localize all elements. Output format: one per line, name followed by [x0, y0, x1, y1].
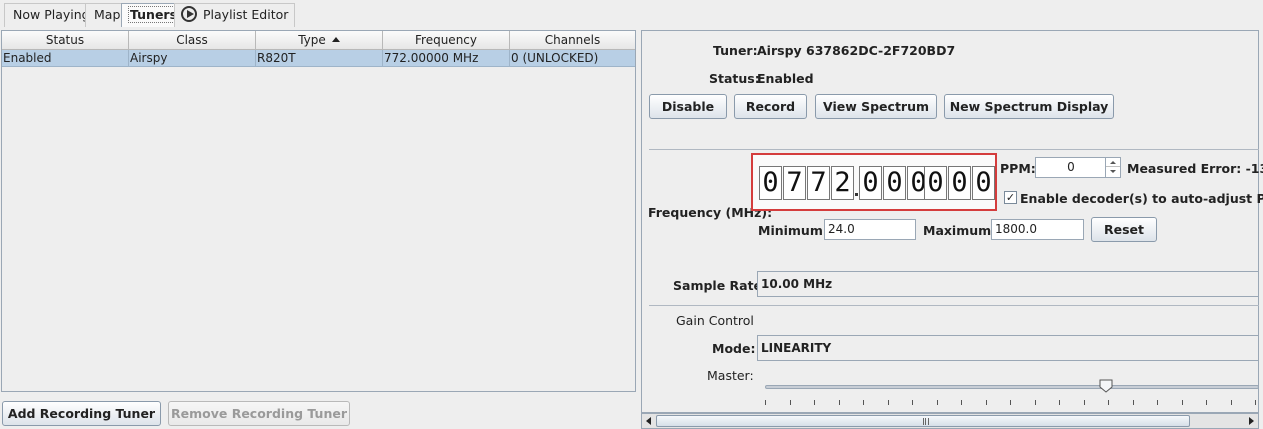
slider-ticks [765, 400, 1259, 406]
minimum-field[interactable]: 24.0 [824, 219, 916, 240]
sample-rate-select[interactable]: 10.00 MHz [757, 271, 1259, 297]
slider-tick [838, 400, 840, 405]
slider-tick [1230, 400, 1232, 405]
scroll-right-icon[interactable] [1249, 417, 1254, 425]
slider-tick [1034, 400, 1036, 405]
measured-error-label: Measured Error: -139Hz [1127, 161, 1263, 176]
add-recording-tuner-button[interactable]: Add Recording Tuner [2, 401, 161, 426]
frequency-control[interactable]: 0 7 7 2 0 0 0 0 0 0 [751, 153, 997, 211]
view-spectrum-button[interactable]: View Spectrum [815, 94, 937, 119]
cell-status: Enabled [2, 50, 129, 67]
record-button[interactable]: Record [734, 94, 807, 119]
slider-tick [1059, 400, 1060, 405]
slider-tick [765, 400, 766, 405]
slider-tick [1108, 400, 1109, 405]
tab-playlist-editor[interactable]: Playlist Editor [174, 3, 296, 27]
frequency-digit[interactable]: 0 [859, 166, 882, 200]
frequency-digit[interactable]: 0 [972, 166, 995, 200]
spin-up-icon[interactable] [1106, 158, 1120, 167]
status-label: Status: [709, 71, 760, 86]
maximum-label: Maximum: [923, 223, 997, 238]
scroll-thumb[interactable] [656, 415, 1190, 427]
horizontal-scrollbar[interactable] [641, 413, 1259, 429]
slider-tick [1206, 400, 1207, 405]
section-divider [649, 149, 1259, 150]
slider-tick [1083, 400, 1085, 405]
frequency-digit[interactable]: 0 [883, 166, 906, 200]
table-row[interactable]: Enabled Airspy R820T 772.00000 MHz 0 (UN… [2, 50, 635, 67]
tuner-table[interactable]: Status Class Type Frequency Channels Ena… [1, 30, 636, 392]
gain-mode-select[interactable]: LINEARITY [757, 335, 1259, 361]
cell-frequency: 772.00000 MHz [383, 50, 510, 67]
grip-icon [923, 418, 929, 425]
ppm-label: PPM: [1000, 161, 1036, 176]
auto-adjust-checkbox[interactable]: ✓ [1004, 191, 1017, 204]
frequency-digit[interactable]: 0 [948, 166, 971, 200]
cell-type: R820T [256, 50, 383, 67]
new-spectrum-display-button[interactable]: New Spectrum Display [944, 94, 1114, 119]
gain-control-label: Gain Control [676, 313, 754, 328]
column-header-frequency[interactable]: Frequency [383, 31, 510, 50]
sample-rate-label: Sample Rate: [673, 278, 768, 293]
ppm-value: 0 [1067, 160, 1075, 174]
slider-tick [789, 400, 791, 405]
frequency-digit[interactable]: 0 [924, 166, 947, 200]
column-header-channels[interactable]: Channels [510, 31, 635, 50]
play-circle-icon [181, 6, 197, 22]
column-header-status[interactable]: Status [2, 31, 129, 50]
status-value: Enabled [757, 71, 814, 86]
maximum-field[interactable]: 1800.0 [991, 219, 1084, 240]
cell-class: Airspy [129, 50, 256, 67]
slider-tick [1132, 400, 1134, 405]
sort-ascending-icon [331, 37, 340, 42]
slider-tick [1181, 400, 1183, 405]
mode-label: Mode: [712, 341, 756, 356]
tuner-value: Airspy 637862DC-2F720BD7 [757, 43, 956, 58]
ppm-spinner[interactable]: 0 [1035, 157, 1121, 178]
slider-tick [814, 400, 815, 405]
slider-tick [985, 400, 987, 405]
column-header-class[interactable]: Class [129, 31, 256, 50]
slider-tick [1255, 400, 1256, 405]
remove-recording-tuner-button[interactable]: Remove Recording Tuner [168, 401, 350, 426]
slider-tick [1010, 400, 1011, 405]
minimum-label: Minimum: [758, 223, 828, 238]
slider-tick [936, 400, 938, 405]
tuner-label: Tuner: [713, 43, 758, 58]
master-label: Master: [707, 368, 754, 383]
section-divider [649, 305, 1259, 306]
frequency-digit[interactable]: 2 [831, 166, 854, 200]
decimal-point [855, 193, 858, 196]
spin-down-icon[interactable] [1106, 167, 1120, 176]
frequency-digit[interactable]: 7 [807, 166, 830, 200]
master-gain-slider[interactable] [765, 385, 1259, 389]
frequency-digit[interactable]: 0 [759, 166, 782, 200]
tab-bar: Now Playing Map Tuners Playlist Editor [0, 0, 1263, 29]
slider-tick [887, 400, 889, 405]
column-header-type[interactable]: Type [256, 31, 383, 50]
auto-adjust-label: Enable decoder(s) to auto-adjust PPM [1020, 191, 1263, 206]
cell-channels: 0 (UNLOCKED) [510, 50, 635, 67]
slider-tick [961, 400, 962, 405]
slider-thumb[interactable] [1099, 379, 1113, 393]
disable-button[interactable]: Disable [649, 94, 727, 119]
scroll-left-icon[interactable] [646, 417, 651, 425]
slider-tick [863, 400, 864, 405]
slider-tick [1157, 400, 1158, 405]
slider-tick [912, 400, 913, 405]
reset-button[interactable]: Reset [1091, 217, 1157, 242]
frequency-digit[interactable]: 7 [783, 166, 806, 200]
table-header: Status Class Type Frequency Channels [2, 31, 635, 50]
